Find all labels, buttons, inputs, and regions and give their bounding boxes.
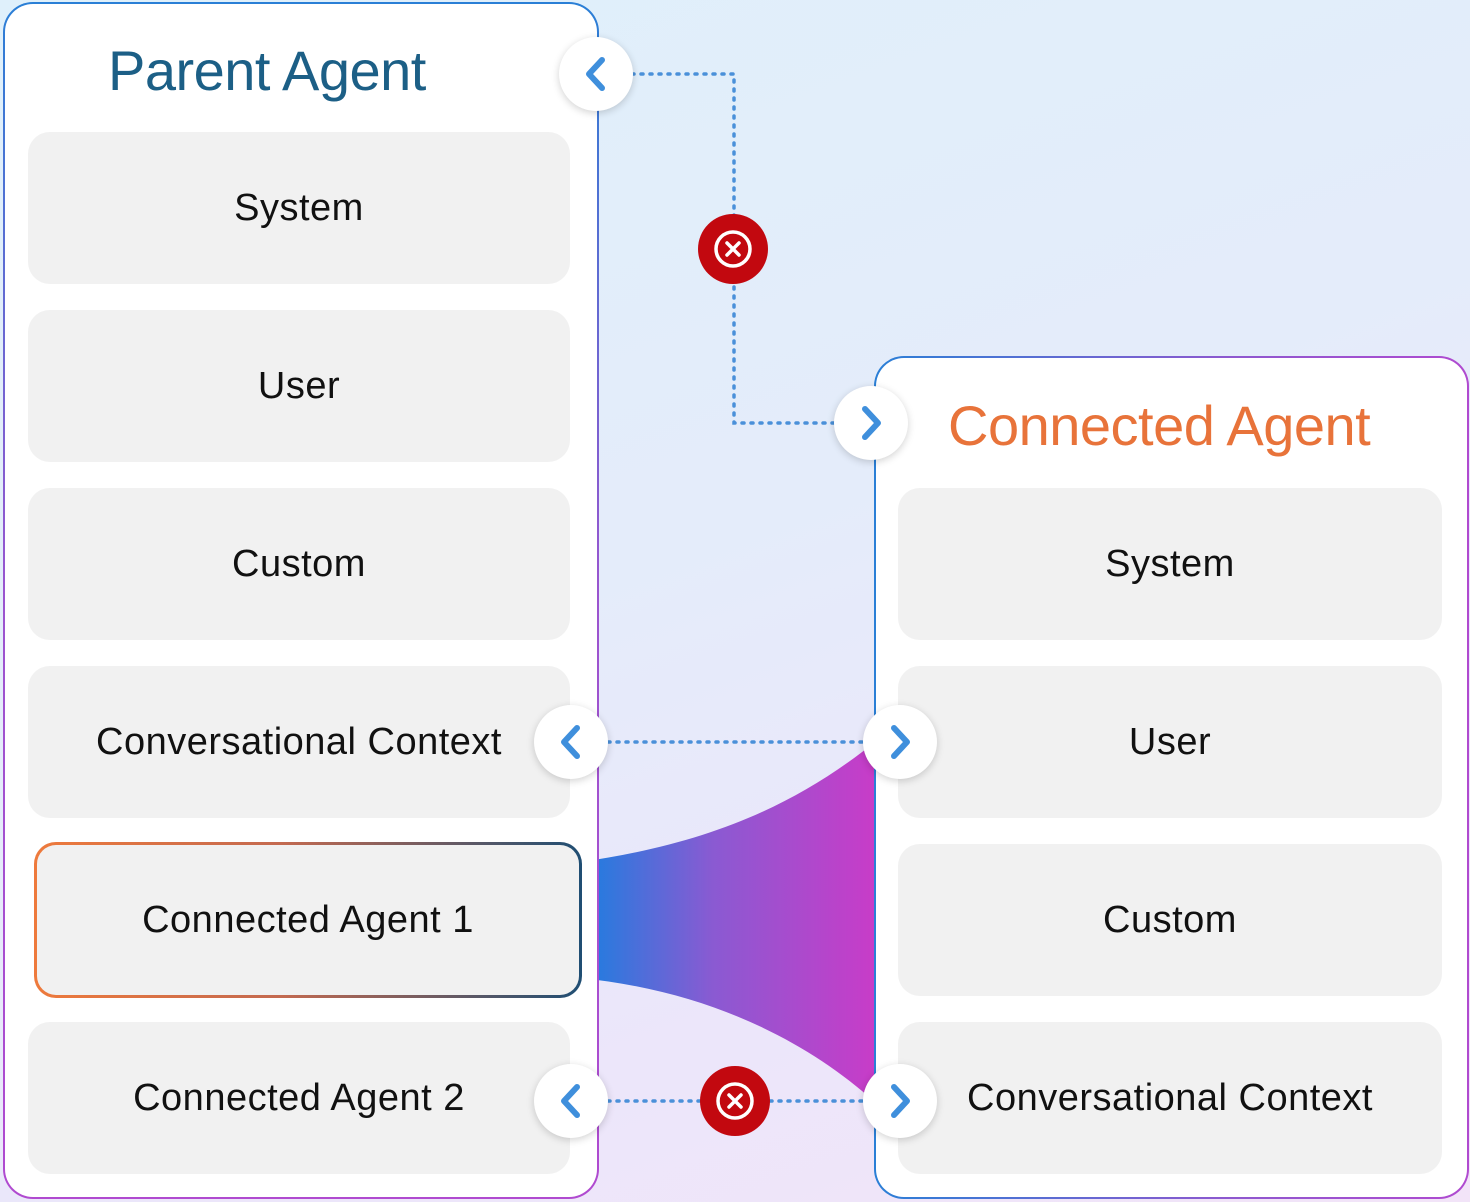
close-circle-icon: [714, 230, 752, 268]
chevron-left-icon: [561, 725, 580, 759]
parent-connected-agent-2-arrow-button[interactable]: [534, 1064, 608, 1138]
parent-item-conversational-context: Conversational Context: [28, 666, 570, 818]
connected-agent-arrow-button[interactable]: [834, 386, 908, 460]
connected-conversational-context-arrow-button[interactable]: [863, 1064, 937, 1138]
parent-agent-arrow-button[interactable]: [559, 37, 633, 111]
close-circle-icon: [716, 1082, 754, 1120]
blocked-badge-bottom: [700, 1066, 770, 1136]
chevron-right-icon: [891, 725, 910, 759]
parent-item-connected-agent-1: Connected Agent 1: [34, 842, 582, 998]
context-flow-band: [580, 742, 875, 1102]
parent-item-connected-agent-2: Connected Agent 2: [28, 1022, 570, 1174]
connected-agent-title: Connected Agent: [948, 394, 1371, 457]
chevron-right-icon: [862, 406, 881, 440]
connected-item-conversational-context: Conversational Context: [898, 1022, 1442, 1174]
blocked-badge-top: [698, 214, 768, 284]
parent-item-user: User: [28, 310, 570, 462]
chevron-left-icon: [586, 57, 605, 91]
connected-item-custom: Custom: [898, 844, 1442, 996]
parent-item-system: System: [28, 132, 570, 284]
parent-item-custom: Custom: [28, 488, 570, 640]
parent-agent-title: Parent Agent: [108, 39, 426, 102]
chevron-right-icon: [891, 1084, 910, 1118]
connected-item-system: System: [898, 488, 1442, 640]
connected-item-user: User: [898, 666, 1442, 818]
connected-user-arrow-button[interactable]: [863, 705, 937, 779]
chevron-left-icon: [561, 1084, 580, 1118]
parent-conversational-context-arrow-button[interactable]: [534, 705, 608, 779]
